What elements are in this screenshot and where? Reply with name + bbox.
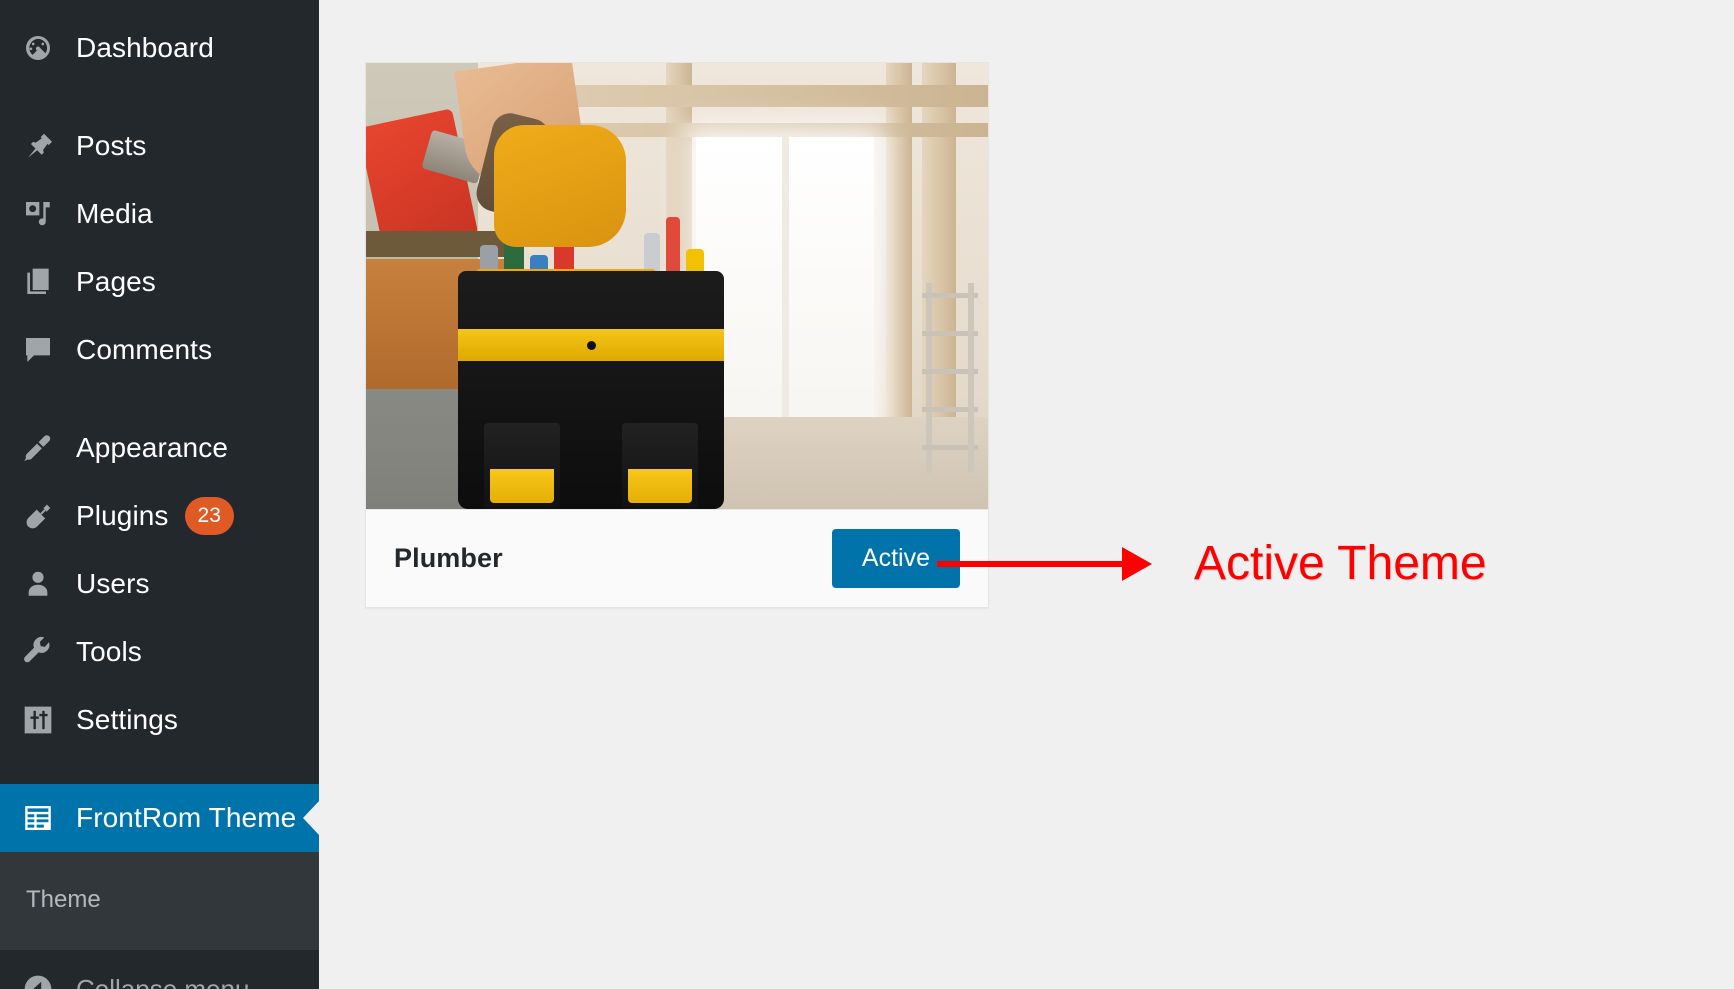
annotation-active-theme: Active Theme: [937, 540, 1487, 588]
sidebar-item-label: Pages: [76, 266, 156, 297]
pin-icon: [18, 126, 58, 166]
theme-card-footer: Plumber Active: [366, 510, 988, 607]
sidebar-item-label: Comments: [76, 334, 213, 365]
annotation-label: Active Theme: [1194, 537, 1487, 590]
user-icon: [18, 564, 58, 604]
sidebar-item-label: Posts: [76, 130, 147, 161]
sidebar-item-plugins[interactable]: Plugins 23: [0, 482, 319, 550]
wordpress-admin-screen: Dashboard Posts Media Pages Comments App…: [0, 0, 1734, 989]
sidebar-divider: [0, 384, 319, 414]
sidebar-item-label: Dashboard: [76, 32, 214, 63]
theme-card[interactable]: Plumber Active: [365, 62, 989, 608]
sidebar-item-comments[interactable]: Comments: [0, 316, 319, 384]
sidebar-item-label: Users: [76, 568, 150, 599]
sidebar-item-users[interactable]: Users: [0, 550, 319, 618]
sidebar-item-label: Media: [76, 198, 153, 229]
ladder: [922, 283, 978, 473]
admin-sidebar: Dashboard Posts Media Pages Comments App…: [0, 0, 320, 989]
media-icon: [18, 194, 58, 234]
sidebar-subitem-label: Theme: [26, 886, 101, 913]
comment-icon: [18, 330, 58, 370]
sidebar-item-media[interactable]: Media: [0, 180, 319, 248]
sidebar-submenu-frontrom-theme: Theme: [0, 852, 319, 950]
collapse-arrow-icon: [18, 969, 58, 989]
sidebar-item-frontrom-theme[interactable]: FrontRom Theme: [0, 784, 320, 852]
sidebar-item-label: Appearance: [76, 432, 229, 463]
sidebar-item-label: Tools: [76, 636, 142, 667]
wrench-icon: [18, 632, 58, 672]
sidebar-item-label: FrontRom Theme: [76, 802, 297, 833]
sidebar-item-label: Settings: [76, 704, 178, 735]
active-theme-button[interactable]: Active: [831, 528, 960, 589]
theme-screenshot-image: [366, 63, 988, 510]
main-content: Plumber Active Active Theme: [319, 0, 1734, 989]
sidebar-divider: [0, 82, 319, 112]
sidebar-item-appearance[interactable]: Appearance: [0, 414, 319, 482]
dashboard-icon: [18, 28, 58, 68]
yellow-bag-strap: [458, 329, 724, 361]
sidebar-item-dashboard[interactable]: Dashboard: [0, 14, 319, 82]
sidebar-item-posts[interactable]: Posts: [0, 112, 319, 180]
theme-name: Plumber: [394, 543, 503, 573]
pages-icon: [18, 262, 58, 302]
current-menu-arrow-icon: [303, 800, 320, 836]
sidebar-subitem-theme[interactable]: Theme: [0, 874, 319, 926]
sidebar-item-pages[interactable]: Pages: [0, 248, 319, 316]
sidebar-divider: [0, 754, 319, 784]
paintbrush-icon: [18, 428, 58, 468]
layout-grid-icon: [18, 798, 58, 838]
black-tool-bag: [458, 271, 724, 509]
sidebar-item-tools[interactable]: Tools: [0, 618, 319, 686]
collapse-menu-label: Collapse menu: [76, 973, 250, 989]
plug-icon: [18, 496, 58, 536]
sidebar-item-settings[interactable]: Settings: [0, 686, 319, 754]
right-arrow-icon: [1122, 547, 1152, 581]
sliders-icon: [18, 700, 58, 740]
plugins-update-badge: 23: [184, 497, 234, 535]
sidebar-item-label: Plugins: [76, 500, 169, 531]
collapse-menu-button[interactable]: Collapse menu: [0, 950, 319, 989]
yellow-work-glove: [494, 125, 626, 247]
